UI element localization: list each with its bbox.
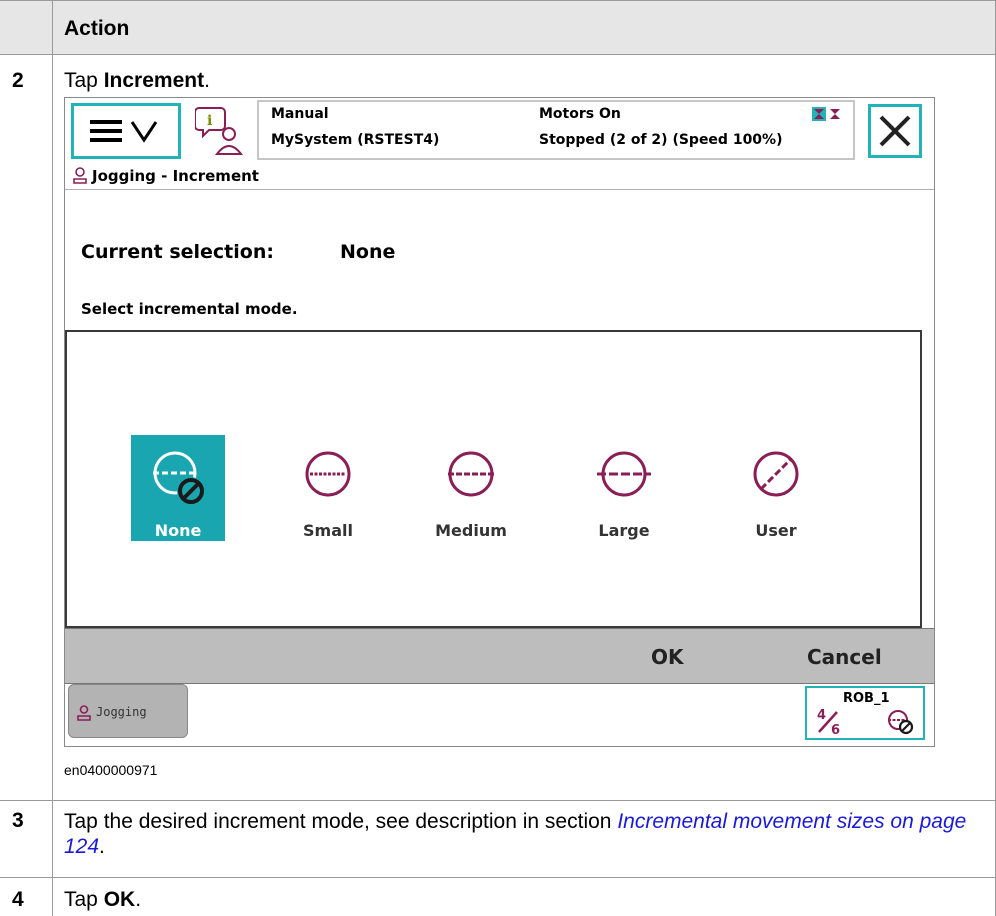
step-text: Tap Increment.: [64, 69, 210, 92]
svg-text:4: 4: [817, 708, 826, 723]
mode-label: Medium: [435, 521, 507, 540]
robot-unit-label: ROB_1: [843, 691, 890, 706]
step-number: 4: [12, 888, 24, 911]
current-selection-value: None: [340, 241, 396, 263]
axis-4-6-icon: 4 6: [817, 708, 840, 736]
jogging-icon: [73, 167, 87, 184]
cancel-button[interactable]: Cancel: [807, 645, 882, 669]
svg-text:i: i: [207, 113, 212, 129]
increment-none-icon: [888, 710, 914, 735]
increment-small-icon: [305, 451, 351, 497]
mode-label: Large: [598, 521, 650, 540]
program-state: Stopped (2 of 2) (Speed 100%): [539, 132, 783, 148]
ok-button[interactable]: OK: [651, 645, 684, 669]
status-bar: Manual MySystem (RSTEST4) Motors On Stop…: [257, 100, 855, 160]
step-text: Tap OK.: [64, 888, 142, 911]
motors-state: Motors On: [539, 106, 621, 122]
view-title-bar: Jogging - Increment: [65, 163, 934, 190]
mode-medium-button[interactable]: Medium: [424, 435, 518, 541]
hamburger-icon: [90, 120, 158, 143]
taskbar: Jogging ROB_1 4 6: [65, 684, 934, 746]
row-divider: [0, 877, 996, 878]
instruction-text: Select incremental mode.: [81, 300, 298, 318]
flexpendant-screenshot: i Manual MySystem (RSTEST4) Motors On St…: [64, 97, 935, 747]
row-divider: [0, 800, 996, 801]
command-bar: OK Cancel: [65, 628, 934, 684]
action-column-header: Action: [64, 17, 130, 40]
step-text: Tap the desired increment mode, see desc…: [64, 810, 967, 858]
mode-none-button[interactable]: None: [131, 435, 225, 541]
robot-status-icon: [812, 107, 840, 121]
jogging-icon: [77, 705, 91, 721]
increment-none-icon: [153, 451, 205, 505]
mode-label: None: [154, 521, 202, 540]
system-name: MySystem (RSTEST4): [271, 132, 440, 148]
table-header-row: [0, 0, 996, 55]
view-title: Jogging - Increment: [92, 167, 259, 185]
current-selection-label: Current selection:: [81, 241, 274, 263]
step-number: 3: [12, 809, 24, 832]
mode-small-button[interactable]: Small: [281, 435, 375, 541]
quickset-robot-button[interactable]: ROB_1 4 6: [805, 686, 925, 740]
mode-label: User: [755, 521, 797, 540]
close-button[interactable]: [868, 104, 922, 158]
step-number: 2: [12, 69, 24, 92]
taskbar-jogging-label: Jogging: [96, 705, 147, 719]
mode-label: Small: [303, 521, 353, 540]
main-menu-button[interactable]: [71, 103, 181, 159]
event-log-icon[interactable]: i: [194, 104, 244, 158]
figure-id: en0400000971: [64, 762, 158, 778]
increment-large-icon: [597, 451, 651, 497]
mode-large-button[interactable]: Large: [577, 435, 671, 541]
taskbar-jogging-tab[interactable]: Jogging: [68, 684, 188, 738]
mode-user-button[interactable]: User: [729, 435, 823, 541]
increment-medium-icon: [448, 451, 494, 497]
svg-text:6: 6: [831, 723, 840, 736]
increment-user-icon: [753, 451, 799, 497]
close-icon: [879, 115, 911, 147]
column-divider: [52, 0, 53, 916]
increment-mode-panel: None Small Medium Large User: [65, 330, 922, 628]
operating-mode: Manual: [271, 106, 329, 122]
